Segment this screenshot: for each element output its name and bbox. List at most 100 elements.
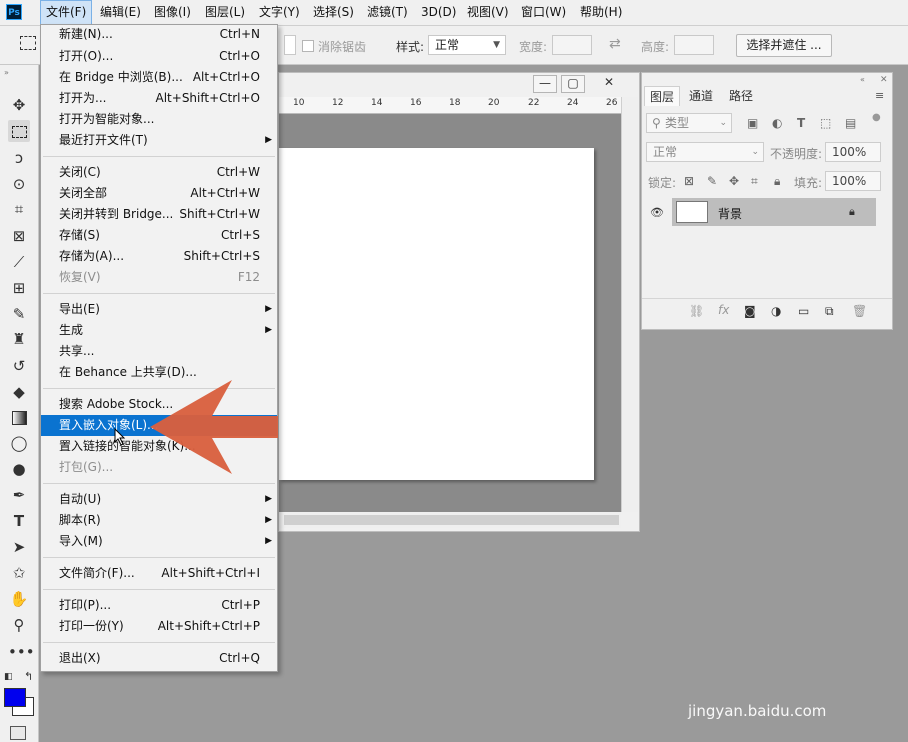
eraser-tool-icon[interactable]: ◆ <box>8 381 30 403</box>
new-group-icon[interactable]: ▭ <box>798 304 809 318</box>
foreground-color-swatch[interactable] <box>4 688 26 707</box>
image-filter-icon[interactable]: ▣ <box>747 116 758 130</box>
select-and-mask-button[interactable]: 选择并遮住 ... <box>736 34 832 57</box>
visibility-eye-icon[interactable]: 👁︎ <box>650 206 664 219</box>
menu-item-print-one-copy[interactable]: 打印一份(Y) Alt+Shift+Ctrl+P <box>41 616 277 637</box>
quick-select-tool-icon[interactable]: ⊙ <box>8 173 30 195</box>
fill-field[interactable]: 100% <box>825 171 881 191</box>
layer-filter-select[interactable]: ⚲ 类型 ⌄ <box>646 113 732 133</box>
menu-item-scripts[interactable]: 脚本(R) ▶ <box>41 510 277 531</box>
antialias-checkbox[interactable] <box>302 40 314 52</box>
fx-icon[interactable]: fx <box>718 303 729 317</box>
style-select[interactable]: 正常 ▼ <box>428 35 506 55</box>
menu-item-file-info[interactable]: 文件简介(F)... Alt+Shift+Ctrl+I <box>41 563 277 584</box>
layer-name[interactable]: 背景 <box>718 205 742 222</box>
menu-item-generate[interactable]: 生成 ▶ <box>41 320 277 341</box>
swap-colors-icon[interactable]: ↰ <box>24 670 33 683</box>
height-field[interactable] <box>674 35 714 55</box>
menu-item-exit[interactable]: 退出(X) Ctrl+Q <box>41 648 277 669</box>
gradient-tool-icon[interactable] <box>8 406 30 428</box>
opacity-field[interactable]: 100% <box>825 142 881 162</box>
adjustment-filter-icon[interactable]: ◐ <box>772 116 782 130</box>
lock-all-icon[interactable]: 🔒︎ <box>774 174 780 189</box>
lock-transparent-icon[interactable]: ⊠ <box>684 174 694 188</box>
feather-field[interactable] <box>284 35 296 55</box>
tab-layers[interactable]: 图层 <box>644 86 681 106</box>
menu-item-import[interactable]: 导入(M) ▶ <box>41 531 277 552</box>
menu-item-close[interactable]: 关闭(C) Ctrl+W <box>41 162 277 183</box>
quick-mask-icon[interactable] <box>10 726 26 740</box>
menu-image[interactable]: 图像(I) <box>149 0 196 25</box>
marquee-tool-icon[interactable] <box>8 120 30 142</box>
menu-item-print[interactable]: 打印(P)... Ctrl+P <box>41 595 277 616</box>
history-brush-tool-icon[interactable]: ↺ <box>8 355 30 377</box>
menu-select[interactable]: 选择(S) <box>308 0 359 25</box>
panel-menu-icon[interactable]: ≡ <box>875 89 884 102</box>
shape-filter-icon[interactable]: ⬚ <box>820 116 831 130</box>
lock-artboard-icon[interactable]: ⌗ <box>751 174 758 189</box>
tab-paths[interactable]: 路径 <box>724 86 758 106</box>
default-colors-icon[interactable]: ◧ <box>4 672 13 682</box>
marquee-preset-icon[interactable] <box>20 36 36 50</box>
menu-item-browse-bridge[interactable]: 在 Bridge 中浏览(B)... Alt+Ctrl+O <box>41 67 277 88</box>
maximize-icon[interactable]: ▢ <box>561 75 585 93</box>
menu-3d[interactable]: 3D(D) <box>416 0 461 25</box>
close-icon[interactable]: ✕ <box>589 75 629 93</box>
brush-tool-icon[interactable]: ✎ <box>8 303 30 325</box>
menu-item-recent-files[interactable]: 最近打开文件(T) ▶ <box>41 130 277 151</box>
close-panel-icon[interactable]: ✕ <box>880 75 888 85</box>
menu-window[interactable]: 窗口(W) <box>516 0 571 25</box>
menu-item-automate[interactable]: 自动(U) ▶ <box>41 489 277 510</box>
menu-item-new[interactable]: 新建(N)... Ctrl+N <box>41 24 277 45</box>
document-canvas[interactable] <box>279 148 594 480</box>
blend-mode-select[interactable]: 正常 ⌄ <box>646 142 764 162</box>
vertical-scrollbar[interactable] <box>621 97 638 512</box>
menu-item-open[interactable]: 打开(O)... Ctrl+O <box>41 46 277 67</box>
smart-object-filter-icon[interactable]: ▤ <box>845 116 856 130</box>
menu-item-close-all[interactable]: 关闭全部 Alt+Ctrl+W <box>41 183 277 204</box>
crop-tool-icon[interactable]: ⌗ <box>8 198 30 220</box>
filter-toggle-icon[interactable]: ● <box>872 112 881 123</box>
more-tools-icon[interactable]: ••• <box>8 641 35 663</box>
width-field[interactable] <box>552 35 592 55</box>
delete-layer-icon[interactable]: 🗑︎ <box>852 304 867 318</box>
swap-icon[interactable]: ⇄ <box>609 36 621 52</box>
eyedropper-tool-icon[interactable]: ⟋ <box>8 251 30 273</box>
healing-brush-tool-icon[interactable]: ⊞ <box>8 277 30 299</box>
menu-item-save-as[interactable]: 存储为(A)... Shift+Ctrl+S <box>41 246 277 267</box>
minimize-icon[interactable]: — <box>533 75 557 93</box>
menu-item-open-smart-object[interactable]: 打开为智能对象... <box>41 109 277 130</box>
menu-layer[interactable]: 图层(L) <box>200 0 250 25</box>
lasso-tool-icon[interactable]: ↄ <box>8 147 30 169</box>
type-tool-icon[interactable]: T <box>8 510 30 532</box>
type-filter-icon[interactable]: T <box>797 116 805 130</box>
path-select-tool-icon[interactable]: ➤ <box>8 536 30 558</box>
new-layer-icon[interactable]: ⧉ <box>825 304 834 319</box>
pen-tool-icon[interactable]: ✒ <box>8 484 30 506</box>
menu-filter[interactable]: 滤镜(T) <box>362 0 413 25</box>
clone-stamp-tool-icon[interactable]: ♜ <box>8 328 30 350</box>
blur-tool-icon[interactable]: ◯ <box>8 432 30 454</box>
tab-channels[interactable]: 通道 <box>684 86 718 106</box>
scrollbar-thumb[interactable] <box>284 515 619 525</box>
menu-item-export[interactable]: 导出(E) ▶ <box>41 299 277 320</box>
menu-help[interactable]: 帮助(H) <box>575 0 627 25</box>
add-mask-icon[interactable]: ◙ <box>744 304 756 318</box>
lock-position-icon[interactable]: ✥ <box>729 174 739 188</box>
adjustment-layer-icon[interactable]: ◑ <box>771 304 781 318</box>
hand-tool-icon[interactable]: ✋ <box>8 588 30 610</box>
menu-type[interactable]: 文字(Y) <box>254 0 305 25</box>
menu-view[interactable]: 视图(V) <box>462 0 514 25</box>
frame-tool-icon[interactable]: ⊠ <box>8 225 30 247</box>
lock-pixels-icon[interactable]: ✎ <box>707 174 717 188</box>
menu-item-close-goto-bridge[interactable]: 关闭并转到 Bridge... Shift+Ctrl+W <box>41 204 277 225</box>
zoom-tool-icon[interactable]: ⚲ <box>8 614 30 636</box>
shape-tool-icon[interactable]: ✩ <box>8 562 30 584</box>
menu-edit[interactable]: 编辑(E) <box>95 0 146 25</box>
dodge-tool-icon[interactable]: ● <box>8 458 30 480</box>
menu-item-save[interactable]: 存储(S) Ctrl+S <box>41 225 277 246</box>
collapse-icon[interactable]: » <box>4 68 9 77</box>
menu-item-open-as[interactable]: 打开为... Alt+Shift+Ctrl+O <box>41 88 277 109</box>
collapse-panel-icon[interactable]: « <box>860 75 865 84</box>
layer-lock-icon[interactable]: 🔒︎ <box>849 205 855 219</box>
